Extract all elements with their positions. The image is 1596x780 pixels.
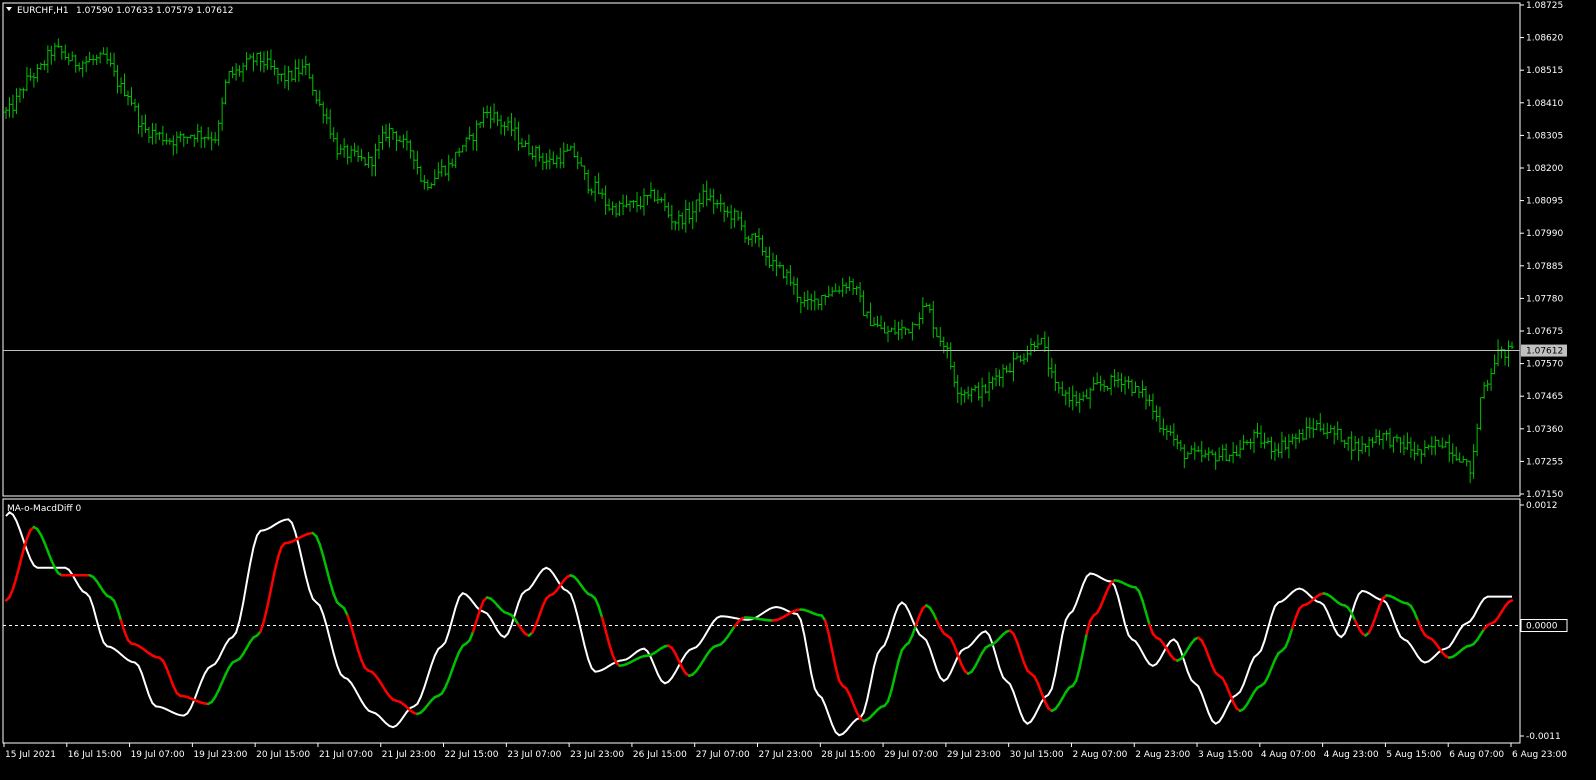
- indicator-tick-label: 0.0012: [1526, 501, 1558, 511]
- chart-background: [0, 0, 1596, 780]
- ohlc-readout: 1.07590 1.07633 1.07579 1.07612: [76, 6, 233, 16]
- time-tick-label: 19 Jul 23:00: [193, 750, 247, 760]
- price-tick-label: 1.08305: [1526, 131, 1563, 141]
- time-tick-label: 30 Jul 15:00: [1010, 750, 1064, 760]
- time-tick-label: 21 Jul 23:00: [382, 750, 436, 760]
- time-tick-label: 15 Jul 2021: [5, 750, 56, 760]
- price-tick-label: 1.08095: [1526, 197, 1563, 207]
- price-tick-label: 1.07675: [1526, 327, 1563, 337]
- time-tick-label: 20 Jul 15:00: [256, 750, 310, 760]
- price-tick-label: 1.07255: [1526, 457, 1563, 467]
- price-tick-label: 1.07465: [1526, 392, 1563, 402]
- time-tick-label: 4 Aug 07:00: [1261, 750, 1316, 760]
- price-tick-label: 1.07780: [1526, 294, 1563, 304]
- indicator-name: MA-o-MacdDiff 0: [7, 504, 81, 514]
- symbol-label: EURCHF,H1: [17, 6, 69, 16]
- time-tick-label: 22 Jul 15:00: [445, 750, 499, 760]
- time-tick-label: 21 Jul 07:00: [319, 750, 373, 760]
- indicator-tick-label: -0.0011: [1526, 732, 1561, 742]
- time-tick-label: 23 Jul 23:00: [570, 750, 624, 760]
- time-tick-label: 29 Jul 07:00: [884, 750, 938, 760]
- time-tick-label: 2 Aug 07:00: [1072, 750, 1127, 760]
- time-tick-label: 4 Aug 23:00: [1324, 750, 1379, 760]
- time-tick-label: 19 Jul 07:00: [131, 750, 185, 760]
- time-tick-label: 28 Jul 15:00: [821, 750, 875, 760]
- price-tick-label: 1.07150: [1526, 490, 1563, 500]
- current-price-tag: 1.07612: [1521, 344, 1567, 357]
- time-tick-label: 23 Jul 07:00: [507, 750, 561, 760]
- time-tick-label: 26 Jul 15:00: [633, 750, 687, 760]
- price-tick-label: 1.08200: [1526, 164, 1563, 174]
- price-tick-label: 1.08725: [1526, 1, 1563, 11]
- time-tick-label: 6 Aug 23:00: [1512, 750, 1567, 760]
- indicator-tick-label: 0.0000: [1526, 622, 1558, 632]
- price-tick-label: 1.08410: [1526, 99, 1563, 109]
- price-tick-label: 1.08620: [1526, 34, 1563, 44]
- time-tick-label: 6 Aug 07:00: [1449, 750, 1504, 760]
- time-tick-label: 5 Aug 15:00: [1386, 750, 1441, 760]
- time-tick-label: 2 Aug 23:00: [1135, 750, 1190, 760]
- price-tick-label: 1.07570: [1526, 360, 1563, 370]
- price-tick-label: 1.08515: [1526, 66, 1563, 76]
- trading-chart[interactable]: EURCHF,H1 1.07590 1.07633 1.07579 1.0761…: [0, 0, 1596, 780]
- zero-value-tag: 0.0000: [1520, 619, 1568, 633]
- price-tick-label: 1.07360: [1526, 425, 1563, 435]
- oscillator-segment: [1507, 599, 1514, 604]
- current-price-label: 1.07612: [1526, 347, 1563, 357]
- time-tick-label: 27 Jul 23:00: [759, 750, 813, 760]
- price-tick-label: 1.07990: [1526, 229, 1563, 239]
- time-tick-label: 29 Jul 23:00: [947, 750, 1001, 760]
- price-tick-label: 1.07885: [1526, 262, 1563, 272]
- time-tick-label: 27 Jul 07:00: [696, 750, 750, 760]
- time-tick-label: 16 Jul 15:00: [68, 750, 122, 760]
- time-tick-label: 3 Aug 15:00: [1198, 750, 1253, 760]
